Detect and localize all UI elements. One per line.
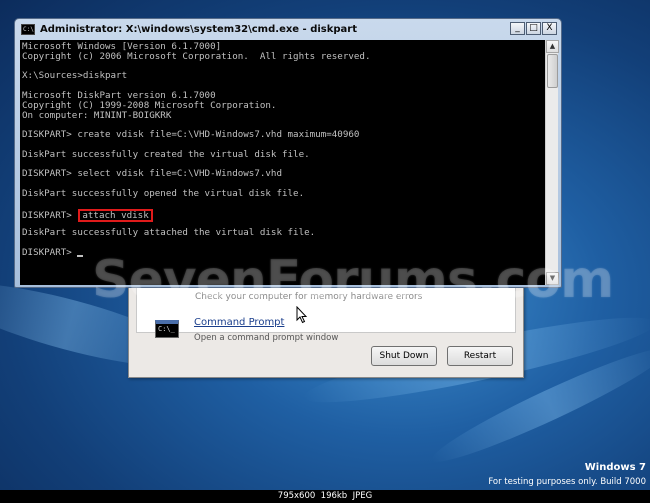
console-line: DISKPART> select vdisk file=C:\VHD-Windo…: [22, 168, 282, 180]
scroll-down-arrow-icon[interactable]: ▼: [546, 272, 559, 285]
memory-diagnostic-description: Check your computer for memory hardware …: [195, 292, 423, 302]
scroll-thumb[interactable]: [547, 54, 558, 88]
command-prompt-description: Open a command prompt window: [194, 333, 339, 343]
minimize-button[interactable]: _: [510, 22, 525, 35]
console-output[interactable]: Microsoft Windows [Version 6.1.7000] Cop…: [20, 40, 545, 285]
cmd-window-title: Administrator: X:\windows\system32\cmd.e…: [40, 23, 357, 35]
image-info-bar: 795x600 196kb JPEG: [0, 490, 650, 503]
cmd-titlebar[interactable]: C:\ Administrator: X:\windows\system32\c…: [15, 19, 561, 39]
vertical-scrollbar[interactable]: ▲ ▼: [545, 40, 559, 285]
command-prompt-icon[interactable]: C:\_: [155, 320, 179, 338]
console-line: X:\Sources>diskpart: [22, 70, 128, 82]
console-line-highlighted: DISKPART> attach vdisk: [22, 208, 545, 222]
mouse-pointer-icon: [296, 306, 308, 324]
console-line: DISKPART> create vdisk file=C:\VHD-Windo…: [22, 129, 360, 141]
text-cursor: [76, 254, 83, 257]
shut-down-button[interactable]: Shut Down: [371, 346, 437, 366]
console-prompt: DISKPART>: [22, 246, 72, 258]
command-prompt-link[interactable]: Command Prompt: [194, 317, 284, 328]
cmd-window-icon[interactable]: C:\: [21, 23, 35, 35]
console-line: Copyright (c) 2006 Microsoft Corporation…: [22, 50, 371, 62]
console-prompt-line: DISKPART>: [22, 246, 545, 258]
console-line: DiskPart successfully opened the virtual…: [22, 187, 305, 199]
console-line: DiskPart successfully created the virtua…: [22, 148, 310, 160]
windows-version-label: Windows 7: [584, 462, 646, 473]
scroll-up-arrow-icon[interactable]: ▲: [546, 40, 559, 53]
console-line: On computer: MININT-BOIGKRK: [22, 109, 172, 121]
attach-vdisk-command-highlight: attach vdisk: [78, 208, 153, 222]
restart-button[interactable]: Restart: [447, 346, 513, 366]
console-prompt: DISKPART>: [22, 209, 72, 221]
maximize-button[interactable]: □: [526, 22, 541, 35]
console-line: DiskPart successfully attached the virtu…: [22, 227, 316, 239]
cmd-window[interactable]: C:\ Administrator: X:\windows\system32\c…: [14, 18, 562, 288]
close-button[interactable]: X: [542, 22, 557, 35]
build-watermark-text: For testing purposes only. Build 7000: [488, 477, 646, 487]
